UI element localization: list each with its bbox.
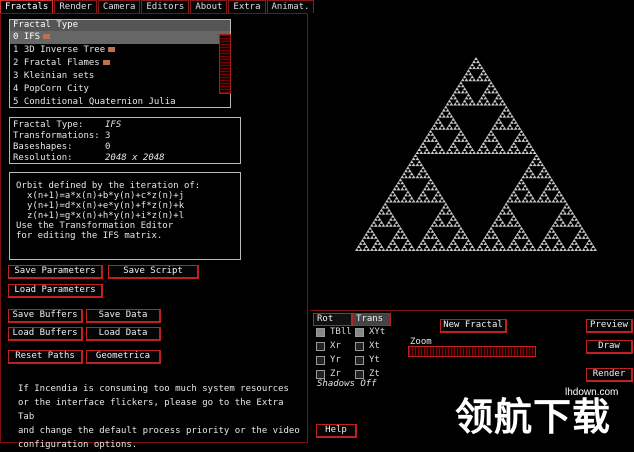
save-data-button[interactable]: Save Data: [86, 309, 161, 323]
help-button[interactable]: Help: [316, 424, 357, 438]
description-line: y(n+1)=d*x(n)+e*y(n)+f*z(n)+k: [27, 201, 185, 211]
checkbox[interactable]: [355, 341, 364, 351]
info-label: Baseshapes:: [13, 142, 73, 152]
trans-options: XYt Xt Yt Zt: [355, 326, 395, 380]
tab-extra[interactable]: Extra: [228, 0, 266, 13]
fractal-type-item[interactable]: 5 Conditional Quaternion Julia: [10, 96, 230, 109]
checkbox[interactable]: [316, 327, 325, 337]
tab-camera[interactable]: Camera: [97, 0, 141, 13]
checkbox[interactable]: [355, 327, 364, 337]
description-box: Orbit defined by the iteration of: x(n+1…: [9, 172, 241, 260]
geometrica-button[interactable]: Geometrica: [86, 350, 161, 364]
checkbox[interactable]: [316, 341, 325, 351]
info-value: 0: [105, 142, 111, 152]
system-notice: If Incendia is consuming too much system…: [18, 382, 303, 452]
fractal-type-header: Fractal Type: [10, 20, 230, 31]
description-line: Use the Transformation Editor: [16, 221, 174, 231]
checkbox[interactable]: [316, 355, 325, 365]
fractal-preview[interactable]: [353, 55, 599, 255]
shadows-status: Shadows Off: [317, 379, 377, 389]
trans-toggle[interactable]: Trans: [352, 313, 391, 326]
save-buffers-button[interactable]: Save Buffers: [8, 309, 83, 323]
trans-option[interactable]: Yt: [355, 354, 395, 366]
notice-line: and change the default process priority …: [18, 426, 300, 436]
draw-button[interactable]: Draw: [586, 340, 633, 354]
info-value: 2048 x 2048: [105, 153, 165, 163]
description-line: for editing the IFS matrix.: [16, 231, 163, 241]
inverse-tree-icon: [108, 47, 116, 52]
info-label: Resolution:: [13, 153, 73, 163]
trans-option[interactable]: Xt: [355, 340, 395, 352]
description-line: x(n+1)=a*x(n)+b*y(n)+c*z(n)+j: [27, 191, 185, 201]
render-button[interactable]: Render: [586, 368, 633, 382]
watermark: 领航下载 lhdown.com: [455, 386, 630, 440]
notice-line: configuration options.: [18, 440, 138, 450]
tab-animat[interactable]: Animat.: [266, 0, 315, 13]
rot-options: TBll Xr Yr Zr: [316, 326, 356, 380]
reset-paths-button[interactable]: Reset Paths: [8, 350, 83, 364]
fractal-type-list: Fractal Type 0 IFS 1 3D Inverse Tree 2 F…: [9, 19, 231, 108]
tab-fractals[interactable]: Fractals: [0, 0, 54, 13]
new-fractal-button[interactable]: New Fractal: [440, 319, 507, 333]
rot-option[interactable]: TBll: [316, 326, 356, 338]
description-line: Orbit defined by the iteration of:: [16, 181, 201, 191]
fractal-info-box: Fractal Type: IFS Transformations: 3 Bases…: [9, 117, 241, 164]
fractal-type-item[interactable]: 4 PopCorn City: [10, 83, 230, 96]
fractal-type-item[interactable]: 0 IFS: [10, 31, 230, 44]
fractal-type-item[interactable]: 3 Kleinian sets: [10, 70, 230, 83]
sierpinski-triangle: [355, 57, 597, 251]
save-parameters-button[interactable]: Save Parameters: [8, 265, 103, 279]
checkbox[interactable]: [355, 355, 364, 365]
load-data-button[interactable]: Load Data: [86, 327, 161, 341]
fractal-type-item[interactable]: 2 Fractal Flames: [10, 57, 230, 70]
notice-line: If Incendia is consuming too much system…: [18, 384, 289, 394]
ifs-icon: [43, 34, 51, 39]
zoom-slider[interactable]: [408, 346, 536, 357]
tab-editors[interactable]: Editors: [141, 0, 190, 13]
info-value: 3: [105, 131, 111, 141]
tab-about[interactable]: About: [190, 0, 228, 13]
tab-render[interactable]: Render: [54, 0, 97, 13]
preview-button[interactable]: Preview: [586, 319, 633, 333]
trans-option[interactable]: XYt: [355, 326, 395, 338]
info-label: Fractal Type:: [13, 120, 84, 130]
save-script-button[interactable]: Save Script: [108, 265, 199, 279]
sierpinski-path: [355, 57, 597, 251]
rot-option[interactable]: Xr: [316, 340, 356, 352]
checkbox[interactable]: [355, 369, 364, 379]
description-line: z(n+1)=g*x(n)+h*y(n)+i*z(n)+l: [27, 211, 185, 221]
checkbox[interactable]: [316, 369, 325, 379]
info-value: IFS: [105, 120, 122, 130]
watermark-url: lhdown.com: [565, 387, 619, 398]
notice-line: or the interface flickers, please go to …: [18, 398, 284, 422]
main-tab-bar: Fractals Render Camera Editors About Ext…: [0, 0, 315, 13]
fractal-list-scrollbar[interactable]: [219, 34, 231, 94]
info-label: Transformations:: [13, 131, 100, 141]
rot-option[interactable]: Yr: [316, 354, 356, 366]
load-parameters-button[interactable]: Load Parameters: [8, 284, 103, 298]
flames-icon: [102, 60, 110, 65]
rot-toggle[interactable]: Rot: [313, 313, 352, 326]
fractal-type-item[interactable]: 1 3D Inverse Tree: [10, 44, 230, 57]
load-buffers-button[interactable]: Load Buffers: [8, 327, 83, 341]
